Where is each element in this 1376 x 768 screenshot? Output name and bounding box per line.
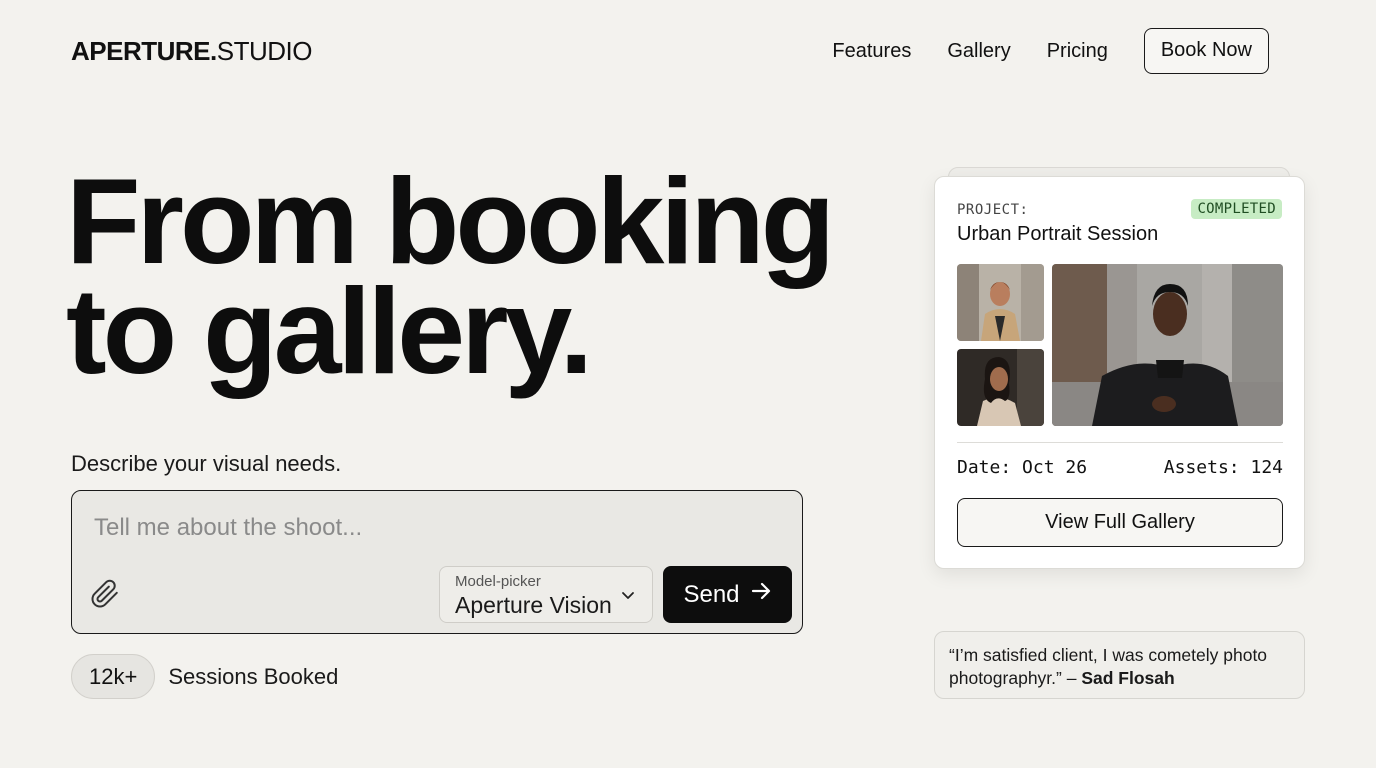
- testimonial-card: “I’m satisfied client, I was cometely ph…: [934, 631, 1305, 699]
- arrow-right-icon: [750, 580, 772, 609]
- view-full-gallery-button[interactable]: View Full Gallery: [957, 498, 1283, 547]
- project-card: PROJECT: COMPLETED Urban Portrait Sessio…: [934, 176, 1305, 569]
- send-label: Send: [683, 580, 740, 608]
- sessions-label: Sessions Booked: [168, 663, 339, 689]
- send-button[interactable]: Send: [663, 566, 792, 623]
- book-now-button[interactable]: Book Now: [1143, 28, 1269, 74]
- chevron-down-icon: [620, 587, 636, 603]
- nav-features-link[interactable]: Features: [832, 40, 911, 63]
- model-picker-label: Model-picker: [455, 573, 541, 590]
- model-picker-value: Aperture Vision: [455, 592, 612, 618]
- logo-light: STUDIO: [216, 36, 313, 66]
- main-nav: Features Gallery Pricing Book Now: [832, 28, 1305, 74]
- project-date: Date: Oct 26: [957, 457, 1088, 478]
- photo-thumbnail-1[interactable]: [957, 264, 1044, 341]
- sessions-count-badge: 12k+: [71, 654, 156, 699]
- prompt-box: Model-picker Aperture Vision Send: [71, 490, 803, 634]
- testimonial-author: Sad Flosah: [1081, 668, 1175, 688]
- project-title: Urban Portrait Session: [957, 223, 1159, 245]
- nav-pricing-link[interactable]: Pricing: [1047, 40, 1108, 63]
- card-divider: [957, 442, 1283, 443]
- paperclip-icon[interactable]: [90, 578, 120, 610]
- model-picker-dropdown[interactable]: Model-picker Aperture Vision: [439, 566, 653, 623]
- brand-logo[interactable]: APERTURE.STUDIO: [71, 36, 312, 67]
- stats-row: 12k+ Sessions Booked: [71, 654, 338, 699]
- hero-headline: From booking to gallery.: [66, 153, 835, 399]
- prompt-label: Describe your visual needs.: [71, 451, 342, 476]
- project-label: PROJECT:: [957, 202, 1029, 218]
- photo-featured[interactable]: [1052, 264, 1283, 426]
- hero-line-2: to gallery.: [66, 263, 593, 399]
- logo-bold: APERTURE.: [71, 36, 217, 66]
- project-assets: Assets: 124: [1163, 457, 1283, 478]
- status-badge: COMPLETED: [1191, 199, 1282, 219]
- shoot-description-input[interactable]: [94, 511, 734, 545]
- project-meta: Date: Oct 26 Assets: 124: [957, 457, 1283, 478]
- hero-line-1: From booking: [66, 153, 835, 289]
- nav-gallery-link[interactable]: Gallery: [947, 40, 1010, 63]
- photo-thumbnail-2[interactable]: [957, 349, 1044, 426]
